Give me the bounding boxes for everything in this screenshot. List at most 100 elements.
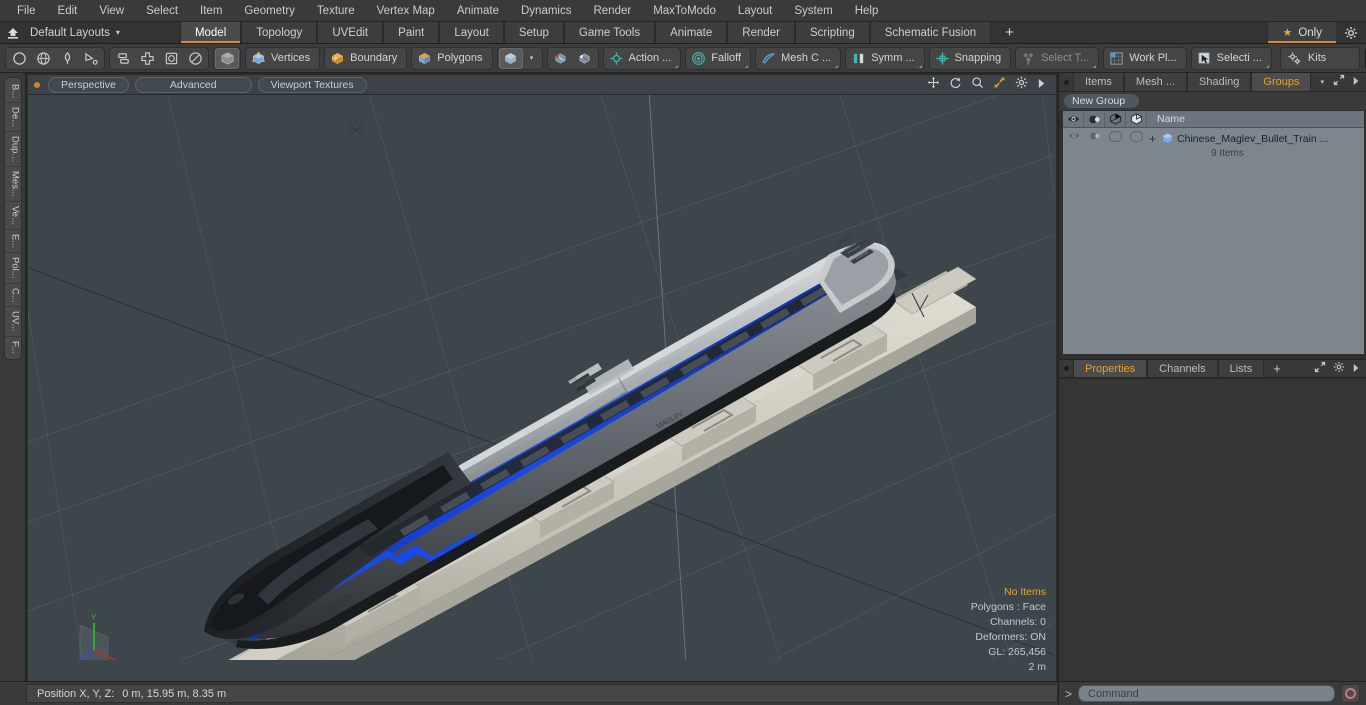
left-tab-vertex[interactable]: Ve... bbox=[4, 202, 21, 230]
menu-item-maxtomodo[interactable]: MaxToModo bbox=[642, 1, 727, 21]
left-tab-mesh[interactable]: Mes... bbox=[4, 167, 21, 202]
left-tab-basic[interactable]: B... bbox=[4, 80, 21, 104]
snapping-button[interactable]: Snapping bbox=[928, 46, 1012, 70]
cube-icon[interactable] bbox=[215, 47, 239, 69]
select-through-button[interactable]: Select T... bbox=[1015, 46, 1100, 70]
layout-tab-uvedit[interactable]: UVEdit bbox=[317, 22, 384, 43]
layout-tab-schematic-fusion[interactable]: Schematic Fusion bbox=[869, 22, 992, 43]
symmetry-button[interactable]: Symm ... bbox=[845, 46, 925, 70]
layout-tab-game-tools[interactable]: Game Tools bbox=[563, 22, 656, 43]
menu-item-item[interactable]: Item bbox=[189, 1, 233, 21]
mirror-icon[interactable] bbox=[111, 48, 135, 69]
polygons-button[interactable]: Polygons bbox=[411, 46, 493, 70]
menu-item-help[interactable]: Help bbox=[844, 1, 890, 21]
menu-item-view[interactable]: View bbox=[88, 1, 135, 21]
left-tab-duplicate[interactable]: Dup... bbox=[4, 132, 21, 167]
gear-icon[interactable] bbox=[1333, 360, 1345, 378]
left-tab-uv[interactable]: UV... bbox=[4, 307, 21, 337]
menu-item-system[interactable]: System bbox=[783, 1, 843, 21]
expand-icon[interactable] bbox=[1314, 360, 1326, 378]
gear-icon[interactable] bbox=[1336, 22, 1366, 43]
record-circle-icon[interactable] bbox=[1341, 684, 1360, 703]
rotate-icon[interactable] bbox=[949, 76, 962, 94]
action-center-button[interactable]: Action ... bbox=[602, 46, 682, 70]
row-eye-toggle[interactable] bbox=[1063, 128, 1084, 140]
pan-icon[interactable] bbox=[927, 76, 940, 94]
left-tab-fusion[interactable]: F... bbox=[5, 337, 21, 358]
left-tab-curve[interactable]: C... bbox=[4, 284, 21, 308]
chevron-down-icon[interactable]: ▾ bbox=[1311, 73, 1333, 91]
layout-tab-topology[interactable]: Topology bbox=[241, 22, 318, 43]
curve-icon[interactable] bbox=[79, 48, 103, 69]
menu-item-dynamics[interactable]: Dynamics bbox=[510, 1, 582, 21]
more-arrow-icon[interactable] bbox=[1352, 360, 1360, 378]
table-row[interactable]: + Chinese_Maglev_Bullet_Train ... 9 Item… bbox=[1063, 128, 1364, 159]
falloff-button[interactable]: Falloff bbox=[685, 46, 752, 70]
menu-item-layout[interactable]: Layout bbox=[727, 1, 784, 21]
mesh-constraint-button[interactable]: Mesh C ... bbox=[755, 46, 842, 70]
default-layouts-dropdown[interactable]: Default Layouts ▾ bbox=[26, 22, 130, 43]
menu-item-select[interactable]: Select bbox=[135, 1, 189, 21]
more-arrow-icon[interactable] bbox=[1352, 73, 1360, 91]
group-list-body[interactable]: + Chinese_Maglev_Bullet_Train ... 9 Item… bbox=[1063, 128, 1364, 354]
selection-sets-button[interactable]: Selecti ... bbox=[1190, 46, 1272, 70]
add-properties-tab[interactable]: + bbox=[1264, 360, 1290, 377]
layout-tab-layout[interactable]: Layout bbox=[439, 22, 504, 43]
new-group-button[interactable]: New Group bbox=[1063, 93, 1141, 109]
tab-items[interactable]: Items bbox=[1073, 73, 1124, 91]
menu-item-vertex-map[interactable]: Vertex Map bbox=[366, 1, 446, 21]
boundary-button[interactable]: Boundary bbox=[324, 46, 408, 70]
layout-tab-animate[interactable]: Animate bbox=[655, 22, 728, 43]
expand-icon[interactable] bbox=[1333, 73, 1345, 91]
square-frame-icon[interactable] bbox=[159, 48, 183, 69]
menu-item-file[interactable]: File bbox=[6, 1, 47, 21]
pivot-red-icon[interactable] bbox=[549, 48, 573, 69]
left-tab-edge[interactable]: E... bbox=[4, 230, 21, 253]
menu-item-render[interactable]: Render bbox=[582, 1, 642, 21]
expander-plus-icon[interactable]: + bbox=[1147, 133, 1158, 145]
wire-icon[interactable] bbox=[1105, 111, 1126, 127]
add-layout-tab-button[interactable]: + bbox=[991, 22, 1028, 43]
command-input[interactable]: Command bbox=[1078, 685, 1335, 702]
tab-shading[interactable]: Shading bbox=[1187, 73, 1252, 91]
row-wire-checkbox[interactable] bbox=[1105, 128, 1126, 142]
layout-tab-paint[interactable]: Paint bbox=[383, 22, 440, 43]
only-toggle-button[interactable]: ★ Only bbox=[1267, 22, 1336, 43]
layout-tab-model[interactable]: Model bbox=[179, 22, 242, 43]
menu-item-texture[interactable]: Texture bbox=[306, 1, 366, 21]
menu-item-geometry[interactable]: Geometry bbox=[233, 1, 306, 21]
pen-icon[interactable] bbox=[55, 48, 79, 69]
chevron-down-icon[interactable]: ▾ bbox=[523, 48, 541, 69]
left-tab-deform[interactable]: De... bbox=[4, 103, 21, 133]
menu-item-animate[interactable]: Animate bbox=[446, 1, 510, 21]
fit-icon[interactable] bbox=[993, 76, 1006, 94]
viewport-perspective-dropdown[interactable]: Perspective bbox=[48, 76, 129, 93]
kits-button[interactable]: Kits bbox=[1279, 46, 1360, 70]
tab-lists[interactable]: Lists bbox=[1217, 360, 1265, 377]
tab-properties[interactable]: Properties bbox=[1073, 360, 1148, 377]
viewport-arrow-icon[interactable] bbox=[1037, 76, 1046, 94]
tab-channels[interactable]: Channels bbox=[1147, 360, 1218, 377]
layout-tab-render[interactable]: Render bbox=[727, 22, 795, 43]
viewport-textures-dropdown[interactable]: Viewport Textures bbox=[257, 76, 367, 93]
tab-mesh[interactable]: Mesh ... bbox=[1123, 73, 1188, 91]
zoom-icon[interactable] bbox=[971, 76, 984, 94]
globe-icon[interactable] bbox=[31, 48, 55, 69]
tab-groups[interactable]: Groups bbox=[1251, 73, 1312, 91]
work-plane-button[interactable]: Work Pl... bbox=[1103, 46, 1187, 70]
menu-item-edit[interactable]: Edit bbox=[47, 1, 89, 21]
row-render-checkbox[interactable] bbox=[1126, 128, 1147, 142]
viewport-shading-dropdown[interactable]: Advanced bbox=[134, 76, 252, 93]
layout-tab-setup[interactable]: Setup bbox=[503, 22, 564, 43]
row-shade-toggle[interactable] bbox=[1084, 128, 1105, 141]
eye-icon[interactable] bbox=[1063, 111, 1084, 127]
viewport-gear-icon[interactable] bbox=[1015, 76, 1028, 94]
circle-icon[interactable] bbox=[7, 48, 31, 69]
render-icon[interactable] bbox=[1126, 111, 1147, 127]
left-tab-polygon[interactable]: Pol... bbox=[4, 253, 21, 284]
vertices-button[interactable]: Vertices bbox=[245, 46, 321, 70]
cube-selected-icon[interactable] bbox=[498, 47, 523, 69]
shade-icon[interactable] bbox=[1084, 111, 1105, 127]
pivot-white-icon[interactable] bbox=[573, 48, 597, 69]
layout-tab-scripting[interactable]: Scripting bbox=[794, 22, 870, 43]
